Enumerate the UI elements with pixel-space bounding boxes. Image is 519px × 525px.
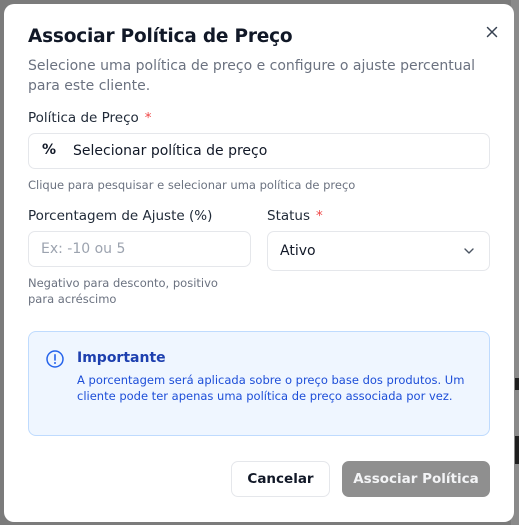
- adjustment-label: Porcentagem de Ajuste (%): [28, 208, 212, 224]
- dialog-title: Associar Política de Preço: [28, 26, 293, 47]
- backdrop-content-mark: [515, 378, 519, 390]
- backdrop-content-mark: [515, 436, 519, 464]
- status-label-text: Status: [267, 208, 311, 224]
- close-icon: [486, 26, 498, 38]
- required-marker: *: [144, 110, 152, 126]
- policy-selector-text: Selecionar política de preço: [73, 143, 268, 159]
- status-label: Status *: [267, 208, 323, 224]
- policy-label-text: Política de Preço: [28, 110, 139, 126]
- percent-icon: %: [42, 142, 57, 158]
- adjustment-percentage-input[interactable]: [28, 231, 251, 267]
- policy-selector[interactable]: % Selecionar política de preço: [28, 133, 490, 169]
- close-button[interactable]: [482, 22, 502, 42]
- notice-text: A porcentagem será aplicada sobre o preç…: [77, 373, 465, 403]
- associate-price-policy-dialog: Associar Política de Preço Selecione uma…: [4, 4, 514, 522]
- important-notice: Importante A porcentagem será aplicada s…: [28, 331, 490, 436]
- dialog-subtitle: Selecione uma política de preço e config…: [28, 58, 476, 94]
- cancel-button[interactable]: Cancelar: [231, 461, 330, 497]
- status-select[interactable]: Ativo: [267, 231, 490, 271]
- adjustment-helper-text: Negativo para desconto, positivo para ac…: [28, 276, 218, 306]
- notice-title: Importante: [77, 350, 166, 366]
- chevron-down-icon: [464, 248, 474, 254]
- policy-label: Política de Preço *: [28, 110, 152, 126]
- info-icon: [46, 350, 64, 368]
- adjustment-label-text: Porcentagem de Ajuste (%): [28, 208, 213, 224]
- policy-helper-text: Clique para pesquisar e selecionar uma p…: [28, 178, 356, 192]
- associate-policy-button[interactable]: Associar Política: [342, 461, 490, 497]
- required-marker: *: [316, 208, 323, 224]
- status-selected-value: Ativo: [280, 243, 316, 259]
